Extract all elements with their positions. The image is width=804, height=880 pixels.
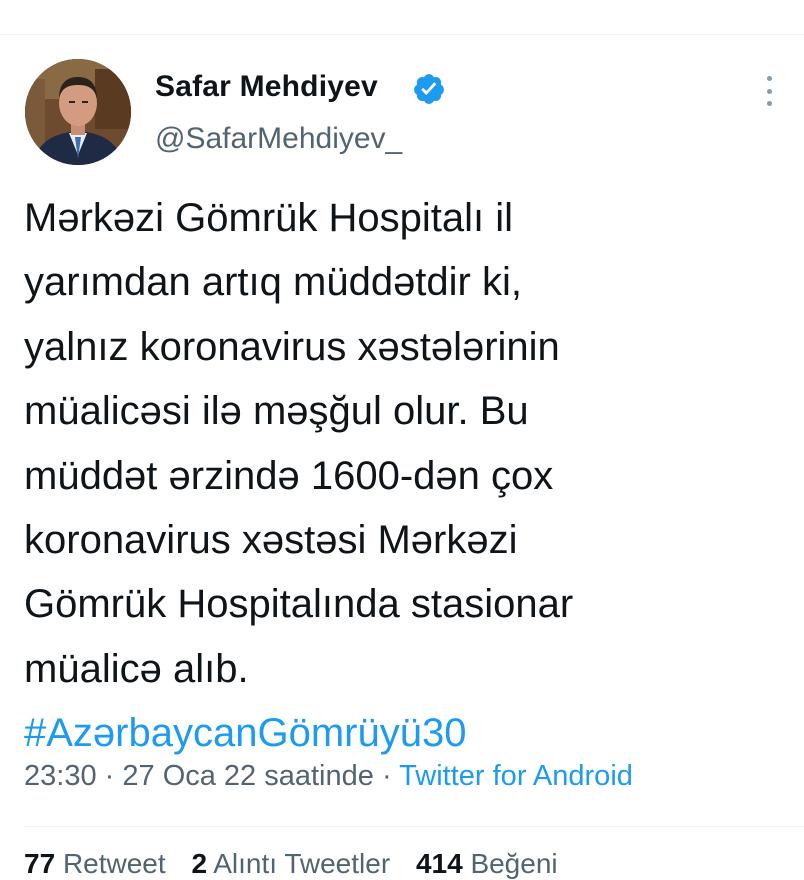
quotes-count[interactable]: 2: [191, 848, 207, 879]
verified-badge-icon: [414, 74, 444, 104]
likes-count[interactable]: 414: [416, 848, 463, 879]
more-dot: [766, 101, 772, 106]
tweet-line: yarımdan artıq müddətdir ki,: [24, 260, 522, 305]
tweet-line: müddət ərzində 1600-dən çox: [24, 453, 554, 498]
likes-label[interactable]: Beğeni: [470, 848, 557, 879]
more-vertical-icon[interactable]: [756, 76, 782, 106]
tweet-stats: 77 Retweet 2 Alıntı Tweetler 414 Beğeni: [24, 848, 576, 880]
meta-separator: ·: [381, 760, 392, 792]
tweet-time[interactable]: 23:30: [24, 760, 97, 792]
retweets-label[interactable]: Retweet: [63, 848, 166, 879]
more-dot: [766, 76, 772, 81]
tweet-line: müalicə alıb.: [24, 646, 249, 691]
tweet-meta: 23:30 · 27 Oca 22 saatinde · Twitter for…: [24, 760, 633, 793]
tweet-line: koronavirus xəstəsi Mərkəzi: [24, 518, 518, 563]
author-handle[interactable]: @SafarMehdiyev_: [155, 122, 402, 156]
bottom-divider: [24, 826, 804, 827]
more-dot: [766, 88, 772, 94]
tweet-date[interactable]: 27 Oca 22 saatinde: [122, 760, 374, 792]
tweet-line: Mərkəzi Gömrük Hospitalı il: [24, 196, 514, 240]
tweet-line: yalnız koronavirus xəstələrinin: [24, 324, 560, 369]
tweet-text: Mərkəzi Gömrük Hospitalı il yarımdan art…: [24, 186, 784, 766]
retweets-count[interactable]: 77: [24, 848, 55, 879]
tweet-source-link[interactable]: Twitter for Android: [399, 760, 633, 792]
top-divider: [0, 34, 804, 35]
quotes-label[interactable]: Alıntı Tweetler: [213, 848, 390, 879]
tweet-line: müalicəsi ilə məşğul olur. Bu: [24, 389, 529, 434]
author-name[interactable]: Safar Mehdiyev: [155, 70, 378, 104]
meta-separator: ·: [104, 760, 115, 792]
tweet-line: Gömrük Hospitalında stasionar: [24, 582, 574, 627]
avatar[interactable]: [25, 59, 131, 165]
hashtag-link[interactable]: #AzərbaycanGömrüyü30: [24, 701, 784, 765]
